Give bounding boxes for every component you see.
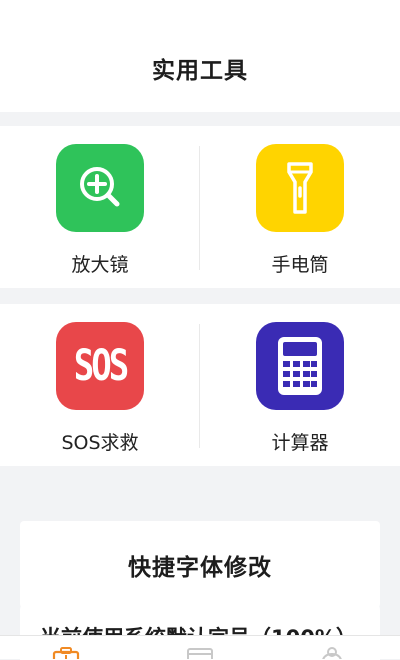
page-header: 实用工具 xyxy=(0,0,400,112)
font-card-title: 快捷字体修改 xyxy=(128,554,272,581)
font-card: 快捷字体修改 xyxy=(20,521,380,608)
tab-calendar[interactable] xyxy=(186,646,214,659)
sos-tile: SOS xyxy=(56,322,144,410)
magnifier-plus-icon xyxy=(80,167,120,207)
briefcase-icon xyxy=(52,647,80,659)
calculator-tile xyxy=(256,322,344,410)
tool-label: SOS求救 xyxy=(61,432,139,454)
tab-profile[interactable] xyxy=(318,646,346,659)
tool-calculator[interactable]: 计算器 xyxy=(200,304,400,466)
sos-icon: SOS xyxy=(73,341,129,391)
tools-row-1: 放大镜 手电筒 xyxy=(0,126,400,288)
flashlight-tile xyxy=(256,144,344,232)
tool-label: 计算器 xyxy=(271,432,329,454)
page-title: 实用工具 xyxy=(152,58,248,84)
tab-tools[interactable] xyxy=(52,646,80,659)
tool-label: 放大镜 xyxy=(71,254,129,276)
tool-sos[interactable]: SOS SOS求救 xyxy=(0,304,200,466)
magnifier-tile xyxy=(56,144,144,232)
tool-magnifier[interactable]: 放大镜 xyxy=(0,126,200,288)
tool-flashlight[interactable]: 手电筒 xyxy=(200,126,400,288)
flashlight-icon xyxy=(287,162,313,214)
tool-label: 手电筒 xyxy=(271,254,329,276)
calculator-icon xyxy=(278,337,322,395)
calendar-icon xyxy=(187,648,213,659)
tools-row-2: SOS SOS求救 计算器 xyxy=(0,304,400,466)
bottom-tab-bar xyxy=(0,635,400,659)
profile-icon xyxy=(322,647,342,659)
